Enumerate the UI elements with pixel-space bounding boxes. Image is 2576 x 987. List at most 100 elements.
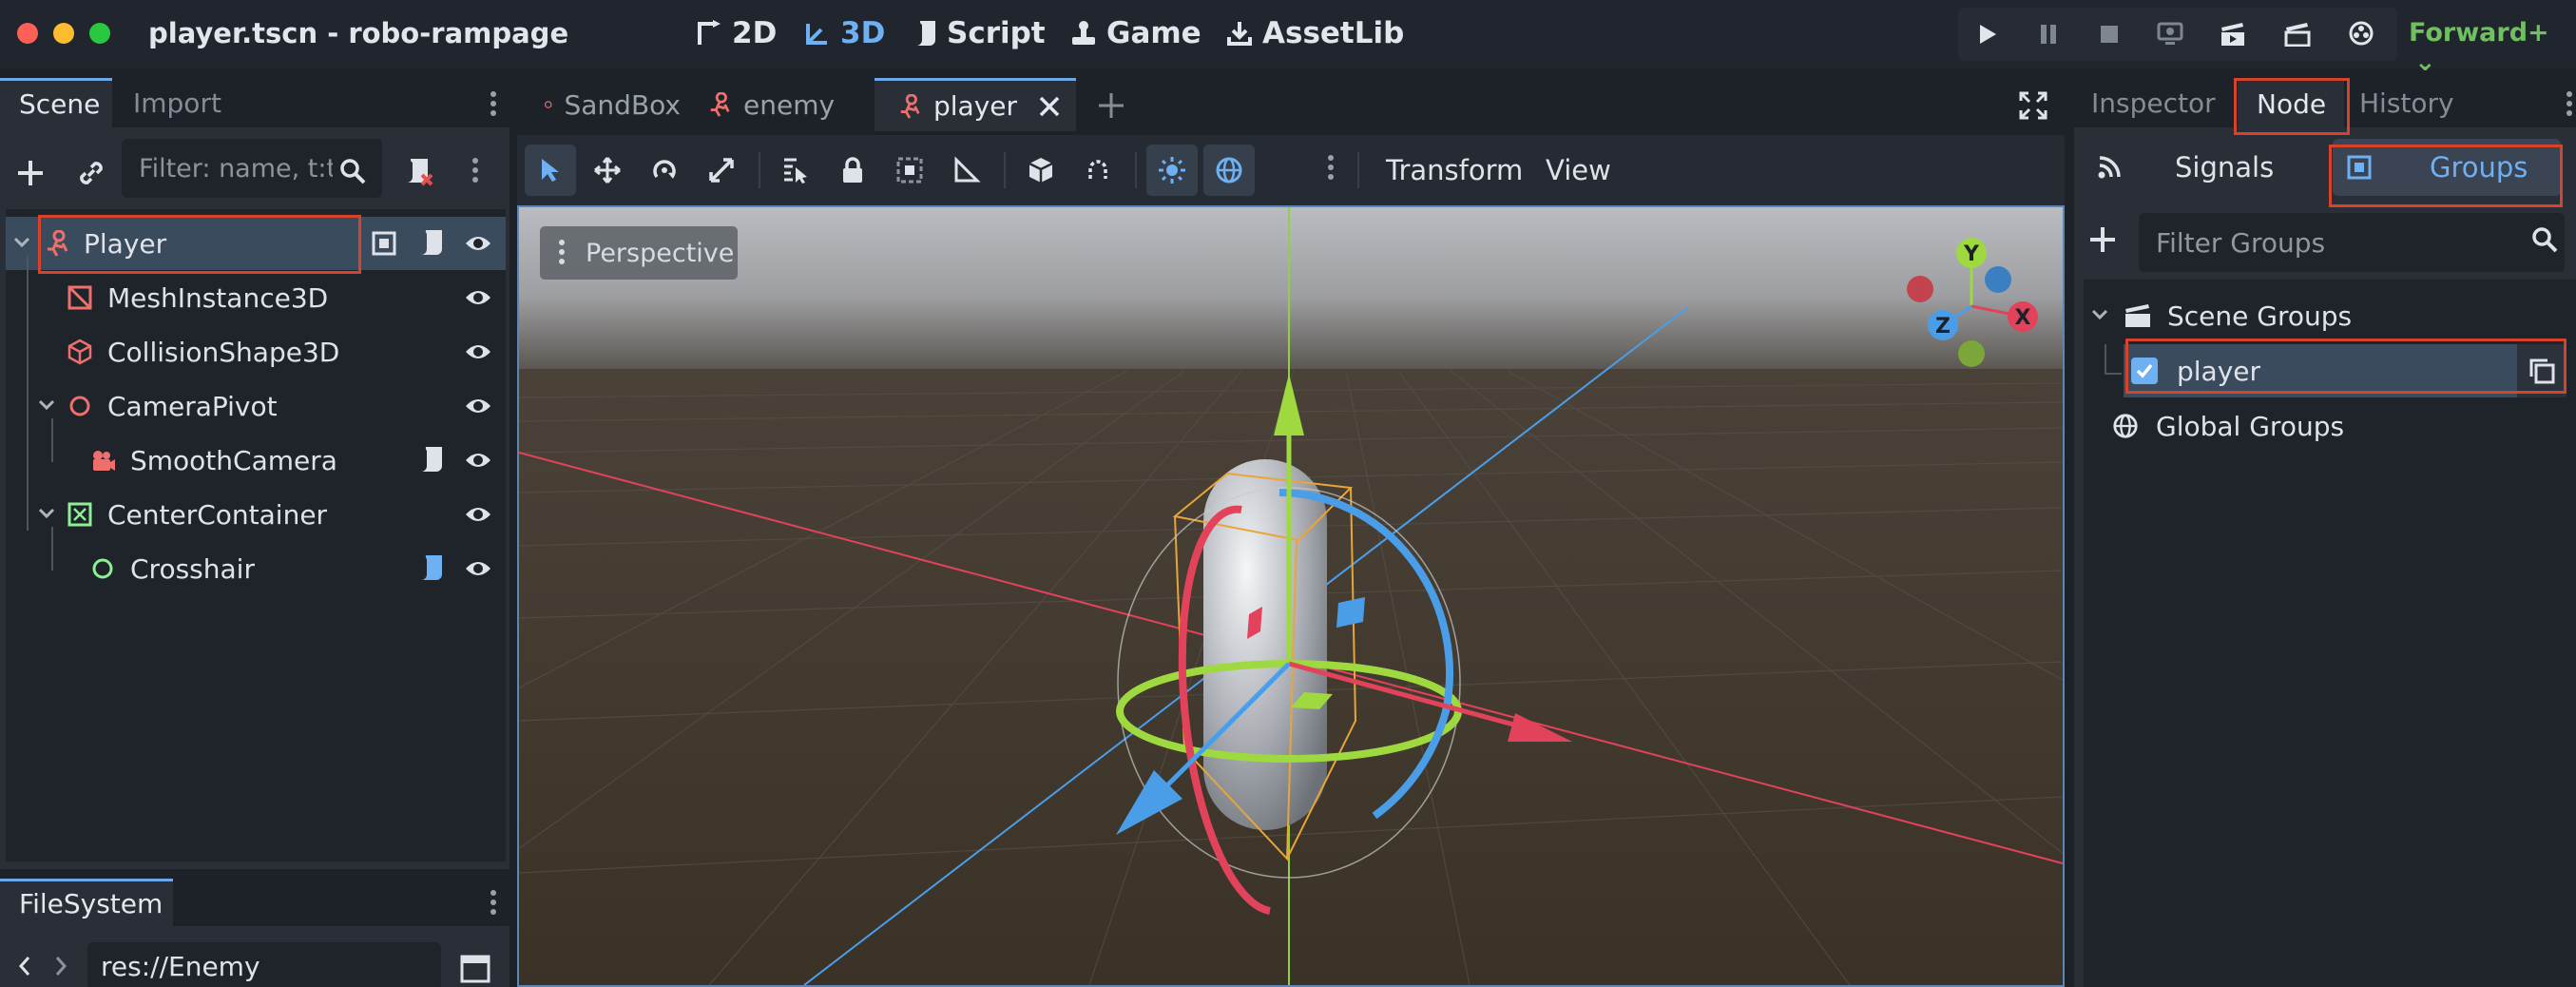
group-row-player[interactable]: player — [2124, 344, 2566, 397]
lock-button[interactable] — [827, 145, 878, 196]
copy-group-button[interactable] — [2517, 344, 2566, 397]
move-tool-button[interactable] — [582, 145, 633, 196]
group-button[interactable] — [884, 145, 935, 196]
perspective-menu-button[interactable]: Perspective — [540, 226, 738, 280]
cube-icon — [1028, 158, 1053, 183]
tab-scene-label: Scene — [19, 88, 101, 120]
mode-2d-button[interactable]: 2D — [696, 14, 777, 52]
tab-node[interactable]: Node — [2238, 78, 2344, 127]
visibility-eye-icon[interactable] — [464, 555, 492, 582]
script-icon[interactable] — [418, 553, 445, 584]
viewport-options-icon[interactable] — [1328, 155, 1336, 180]
snap-button[interactable] — [1072, 145, 1124, 196]
back-icon[interactable] — [17, 955, 32, 977]
3d-scene[interactable]: Y X Z — [519, 207, 2063, 985]
mode-assetlib-button[interactable]: AssetLib — [1226, 14, 1404, 52]
visibility-eye-icon[interactable] — [464, 284, 492, 311]
tree-guide — [51, 418, 53, 462]
chevron-down-icon[interactable] — [13, 236, 30, 249]
gizmo-neg-x-handle[interactable] — [1907, 276, 1933, 302]
scene-tab-sandbox[interactable]: SandBox — [517, 78, 681, 131]
gizmo-neg-y-handle[interactable] — [1958, 340, 1985, 367]
toolbar-separator — [759, 152, 760, 188]
tree-row-collisionshape3d[interactable]: CollisionShape3D — [6, 325, 506, 378]
chevron-down-icon[interactable] — [2091, 308, 2108, 321]
mode-3d-button[interactable]: 3D — [804, 14, 885, 52]
tree-row-smoothcamera[interactable]: SmoothCamera — [6, 434, 506, 487]
split-view-icon[interactable] — [460, 955, 490, 983]
subtab-groups[interactable]: Groups — [2333, 139, 2561, 196]
visibility-eye-icon[interactable] — [464, 447, 492, 474]
preview-environment-button[interactable] — [1203, 145, 1255, 196]
tree-row-centercontainer[interactable]: CenterContainer — [6, 488, 506, 541]
scene-dock-menu-icon[interactable] — [490, 91, 498, 116]
script-icon[interactable] — [418, 228, 445, 259]
view-menu[interactable]: View — [1546, 154, 1611, 186]
group-icon[interactable] — [371, 230, 397, 257]
pause-button[interactable] — [2019, 8, 2078, 61]
play-scene-button[interactable] — [2203, 8, 2262, 61]
tab-import[interactable]: Import — [114, 78, 238, 127]
select-tool-button[interactable] — [525, 145, 576, 196]
scene-tab-enemy[interactable]: enemy — [684, 78, 844, 131]
fullscreen-icon[interactable] — [2019, 91, 2047, 120]
tree-row-camerapivot[interactable]: CameraPivot — [6, 379, 506, 433]
tree-label-centercontainer: CenterContainer — [107, 498, 328, 531]
rotate-tool-button[interactable] — [639, 145, 690, 196]
scene-tree-menu-icon[interactable] — [472, 158, 480, 183]
close-icon[interactable] — [1038, 95, 1061, 118]
group-checkbox[interactable] — [2131, 358, 2158, 384]
remote-debug-button[interactable] — [2141, 8, 2200, 61]
visibility-eye-icon[interactable] — [464, 339, 492, 365]
tree-row-meshinstance3d[interactable]: MeshInstance3D — [6, 271, 506, 324]
chevron-down-icon[interactable] — [38, 398, 55, 412]
visibility-eye-icon[interactable] — [464, 393, 492, 419]
maximize-window-button[interactable] — [89, 23, 110, 44]
movie-maker-button[interactable] — [2333, 8, 2392, 61]
list-select-button[interactable] — [770, 145, 821, 196]
script-icon[interactable] — [418, 445, 445, 475]
add-tab-icon[interactable] — [1097, 91, 1125, 120]
tab-inspector[interactable]: Inspector — [2082, 78, 2234, 127]
gizmo-neg-z-handle[interactable] — [1985, 266, 2011, 293]
tab-filesystem[interactable]: FileSystem — [0, 879, 173, 926]
mode-script-button[interactable]: Script — [914, 14, 1046, 52]
visibility-eye-icon[interactable] — [464, 230, 492, 257]
scene-tab-player[interactable]: player — [875, 78, 1076, 131]
play-custom-scene-button[interactable] — [2268, 8, 2327, 61]
tab-scene[interactable]: Scene — [0, 78, 112, 127]
right-dock-menu-icon[interactable] — [2566, 91, 2574, 116]
filesystem-path-input[interactable] — [87, 942, 441, 987]
tab-history[interactable]: History — [2350, 78, 2492, 127]
add-group-icon[interactable] — [2087, 224, 2118, 255]
global-groups-header[interactable]: Global Groups — [2084, 399, 2566, 453]
scene-groups-header[interactable]: Scene Groups — [2084, 289, 2566, 342]
transform-menu[interactable]: Transform — [1386, 154, 1523, 186]
filesystem-menu-icon[interactable] — [490, 890, 498, 915]
add-node-icon[interactable] — [15, 158, 46, 188]
stop-button[interactable] — [2080, 8, 2139, 61]
checkmark-icon — [2136, 363, 2153, 378]
local-space-button[interactable] — [1015, 145, 1067, 196]
visibility-eye-icon[interactable] — [464, 501, 492, 528]
close-window-button[interactable] — [17, 23, 38, 44]
minimize-window-button[interactable] — [53, 23, 74, 44]
ruler-button[interactable] — [941, 145, 992, 196]
tree-row-player[interactable]: Player — [6, 217, 506, 270]
script-filter-icon[interactable] — [403, 156, 435, 188]
play-button[interactable] — [1958, 8, 2017, 61]
group-select-icon — [896, 157, 923, 184]
forward-icon[interactable] — [53, 955, 68, 977]
preview-sun-button[interactable] — [1146, 145, 1198, 196]
tree-row-crosshair[interactable]: Crosshair — [6, 542, 506, 595]
3d-viewport[interactable]: Y X Z Perspective — [517, 205, 2065, 987]
subtab-signals[interactable]: Signals — [2084, 139, 2321, 196]
mode-game-button[interactable]: Game — [1070, 14, 1201, 52]
scene-groups-label: Scene Groups — [2167, 300, 2353, 332]
instance-scene-icon[interactable] — [76, 158, 106, 188]
chevron-down-icon[interactable] — [38, 507, 55, 520]
sky — [519, 207, 2063, 371]
renderer-selector[interactable]: Forward+ ⌄ — [2409, 18, 2576, 77]
group-filter-input[interactable] — [2139, 213, 2565, 272]
scale-tool-button[interactable] — [696, 145, 747, 196]
